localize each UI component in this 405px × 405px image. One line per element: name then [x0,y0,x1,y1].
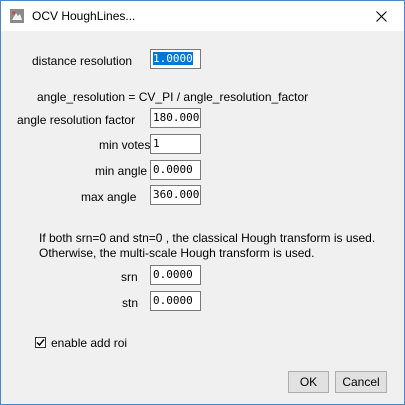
cancel-button[interactable]: Cancel [335,371,387,393]
distance-resolution-label: distance resolution [32,54,133,68]
info-text-line-2: Otherwise, the multi-scale Hough transfo… [39,246,315,260]
enable-add-roi-checkbox[interactable] [35,337,46,348]
checkmark-icon [36,339,45,347]
info-text-line-1: If both srn=0 and stn=0 , the classical … [39,231,376,245]
close-icon [376,10,387,22]
ok-button[interactable]: OK [288,371,329,393]
min-angle-label: min angle [95,164,148,178]
app-icon [10,9,24,23]
dialog-window: OCV HoughLines... distance resolution 1.… [0,0,405,405]
max-angle-label: max angle [81,190,137,204]
distance-resolution-input[interactable]: 1.0000 [150,49,201,69]
angle-resolution-factor-input[interactable]: 180.0000 [150,108,201,128]
close-button[interactable] [359,1,404,31]
distance-resolution-value: 1.0000 [153,52,193,65]
angle-resolution-factor-label: angle resolution factor [17,113,136,127]
min-votes-label: min votes [99,138,151,152]
stn-label: stn [122,296,139,310]
stn-input[interactable]: 0.0000 [150,291,201,311]
max-angle-input[interactable]: 360.0000 [150,185,201,205]
dialog-content: distance resolution 1.0000 angle_resolut… [1,31,404,404]
min-votes-input[interactable]: 1 [150,134,201,154]
srn-label: srn [121,270,138,284]
srn-input[interactable]: 0.0000 [150,265,201,285]
min-angle-input[interactable]: 0.0000 [150,160,201,180]
title-bar[interactable]: OCV HoughLines... [1,1,404,31]
angle-resolution-note: angle_resolution = CV_PI / angle_resolut… [37,90,309,104]
window-title: OCV HoughLines... [32,9,136,23]
enable-add-roi-label[interactable]: enable add roi [51,336,127,350]
